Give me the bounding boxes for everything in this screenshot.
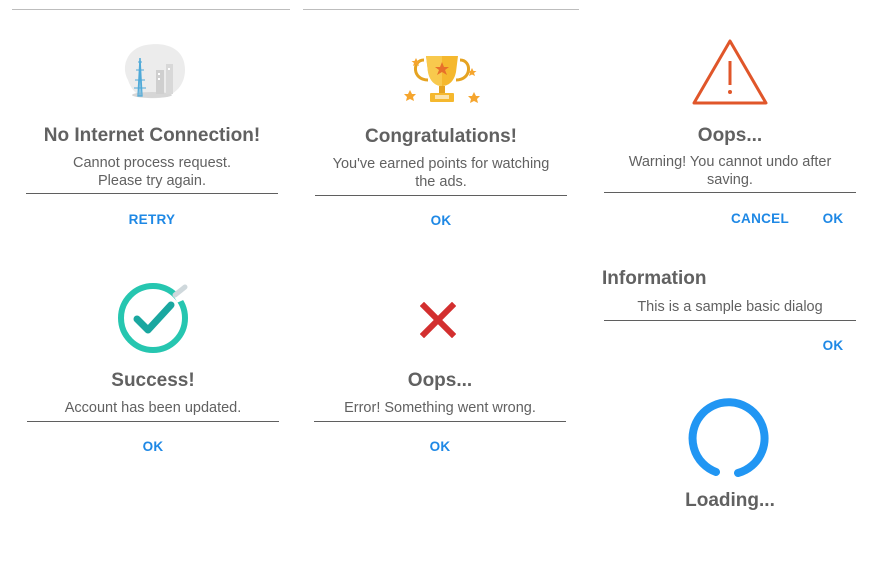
top-divider-1	[12, 9, 290, 10]
top-divider-2	[303, 9, 579, 10]
dialog-title: Information	[602, 268, 707, 289]
no-signal-illustration-icon	[124, 44, 185, 99]
dialog-title: Success!	[111, 370, 195, 391]
dialog-message: Account has been updated.	[64, 400, 242, 416]
ok-button[interactable]: OK	[818, 211, 848, 226]
dialog-message-line: You've earned points for watching	[332, 156, 550, 172]
success-check-icon	[118, 283, 188, 353]
warning-triangle-icon	[692, 39, 768, 105]
dialog-divider	[26, 193, 278, 194]
dialog-message: Error! Something went wrong.	[344, 400, 536, 416]
dialog-divider	[314, 421, 566, 422]
ok-button[interactable]: OK	[421, 213, 461, 228]
ok-button[interactable]: OK	[133, 439, 173, 454]
ok-button[interactable]: OK	[420, 439, 460, 454]
loading-label: Loading...	[685, 490, 775, 511]
dialog-divider	[315, 195, 567, 196]
dialog-message-line: saving.	[707, 172, 753, 188]
dialog-divider	[604, 320, 856, 321]
dialog-title: Congratulations!	[365, 126, 517, 147]
dialog-title: No Internet Connection!	[43, 125, 261, 146]
trophy-icon	[404, 56, 480, 103]
loading-spinner-icon	[688, 398, 769, 477]
dialog-divider	[27, 421, 279, 422]
ok-button[interactable]: OK	[818, 338, 848, 353]
retry-button[interactable]: RETRY	[122, 212, 182, 227]
dialog-message: Cannot process request. Please try again…	[26, 154, 278, 190]
dialog-message: This is a sample basic dialog	[637, 299, 823, 315]
dialog-divider	[604, 192, 856, 193]
cancel-button[interactable]: CANCEL	[728, 211, 792, 226]
dialog-message-line: Please try again.	[97, 173, 206, 189]
dialog-message: You've earned points for watching the ad…	[315, 155, 567, 191]
dialog-title: Oops...	[697, 125, 763, 146]
dialog-title: Oops...	[407, 370, 473, 391]
error-x-icon	[420, 302, 456, 338]
dialog-message-line: Warning! You cannot undo after	[628, 154, 832, 170]
dialog-message-line: the ads.	[415, 174, 467, 190]
dialog-message-line: Cannot process request.	[73, 155, 231, 171]
dialog-message: Warning! You cannot undo after saving.	[604, 153, 856, 189]
